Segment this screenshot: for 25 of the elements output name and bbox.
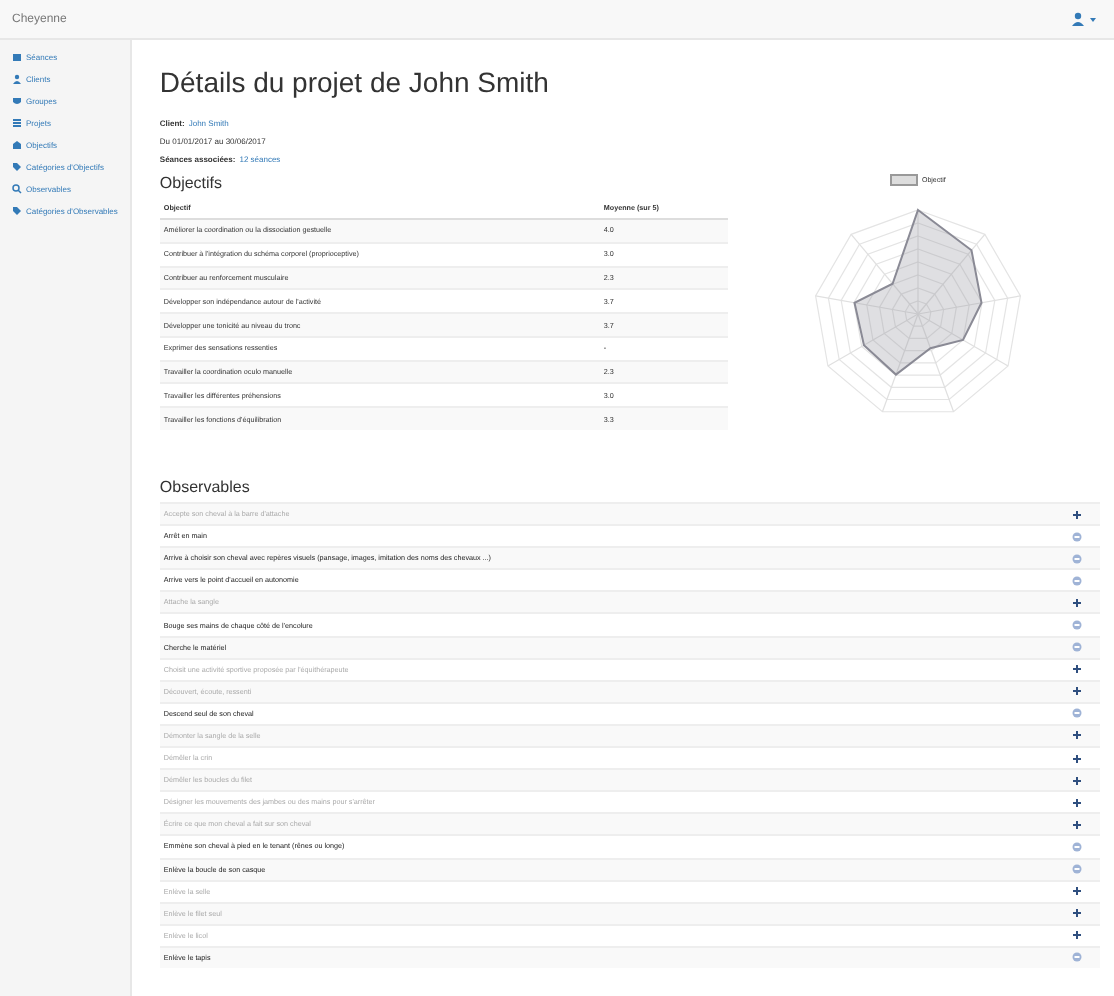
add-icon[interactable] (1071, 908, 1082, 919)
section-heading: Objectifs (159, 174, 223, 192)
add-icon[interactable] (1071, 730, 1082, 741)
list-icon (12, 118, 22, 128)
shield-icon (12, 96, 22, 106)
add-icon[interactable] (1071, 664, 1082, 675)
add-icon[interactable] (1071, 819, 1082, 830)
user-menu-icon[interactable] (1070, 12, 1098, 26)
page-title: Détails du projet de John Smith (159, 66, 551, 98)
search-icon (12, 184, 22, 194)
tag-icon (12, 206, 22, 216)
add-icon[interactable] (1071, 753, 1082, 764)
add-icon[interactable] (1071, 686, 1082, 697)
add-icon[interactable] (1071, 597, 1082, 608)
add-icon[interactable] (1071, 930, 1082, 941)
calendar-icon (12, 52, 22, 62)
add-icon[interactable] (1071, 775, 1082, 786)
house-icon (12, 140, 22, 150)
add-icon[interactable] (1071, 797, 1082, 808)
tag-icon (12, 162, 22, 172)
add-icon[interactable] (1071, 886, 1082, 897)
add-icon[interactable] (1071, 509, 1082, 520)
legend-swatch (889, 174, 918, 186)
section-heading: Observables (159, 478, 250, 496)
user-icon (12, 74, 22, 84)
